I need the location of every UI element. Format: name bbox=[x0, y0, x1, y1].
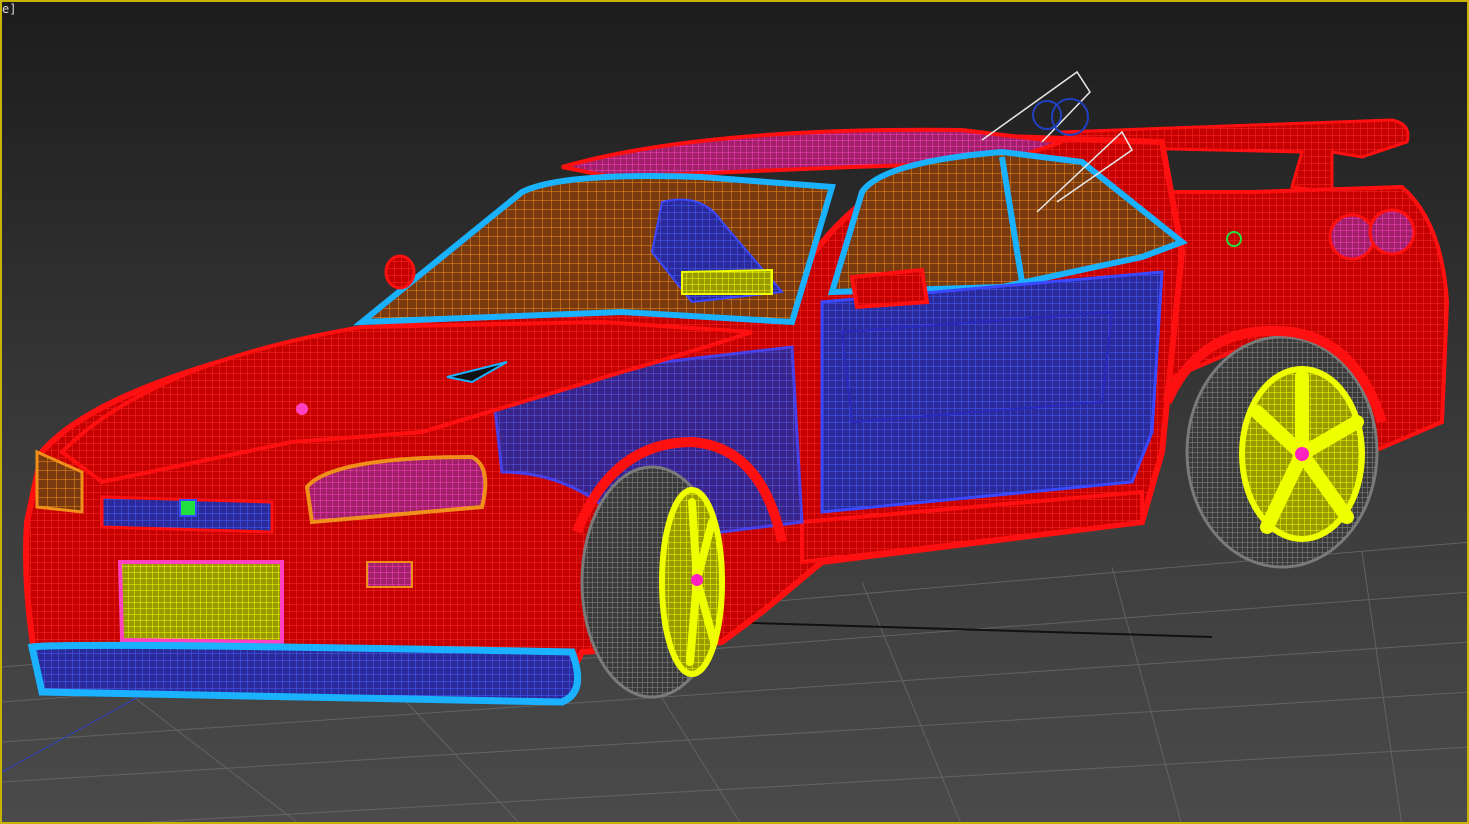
badge-front bbox=[179, 499, 197, 517]
viewport-label[interactable]: e] bbox=[2, 2, 16, 16]
rear-wheel bbox=[1185, 335, 1379, 569]
dash-panel bbox=[681, 268, 773, 295]
scene-canvas[interactable] bbox=[2, 2, 1469, 824]
mirror-left bbox=[384, 254, 416, 290]
perspective-viewport[interactable]: e] bbox=[0, 0, 1469, 824]
axis-line-black bbox=[721, 621, 1213, 638]
front-intake bbox=[117, 560, 284, 645]
marker-pink bbox=[296, 403, 308, 415]
mirror-right bbox=[849, 267, 930, 310]
front-wheel bbox=[580, 465, 725, 699]
fog-light bbox=[366, 561, 413, 588]
windshield bbox=[353, 173, 836, 326]
front-lip bbox=[27, 641, 582, 706]
